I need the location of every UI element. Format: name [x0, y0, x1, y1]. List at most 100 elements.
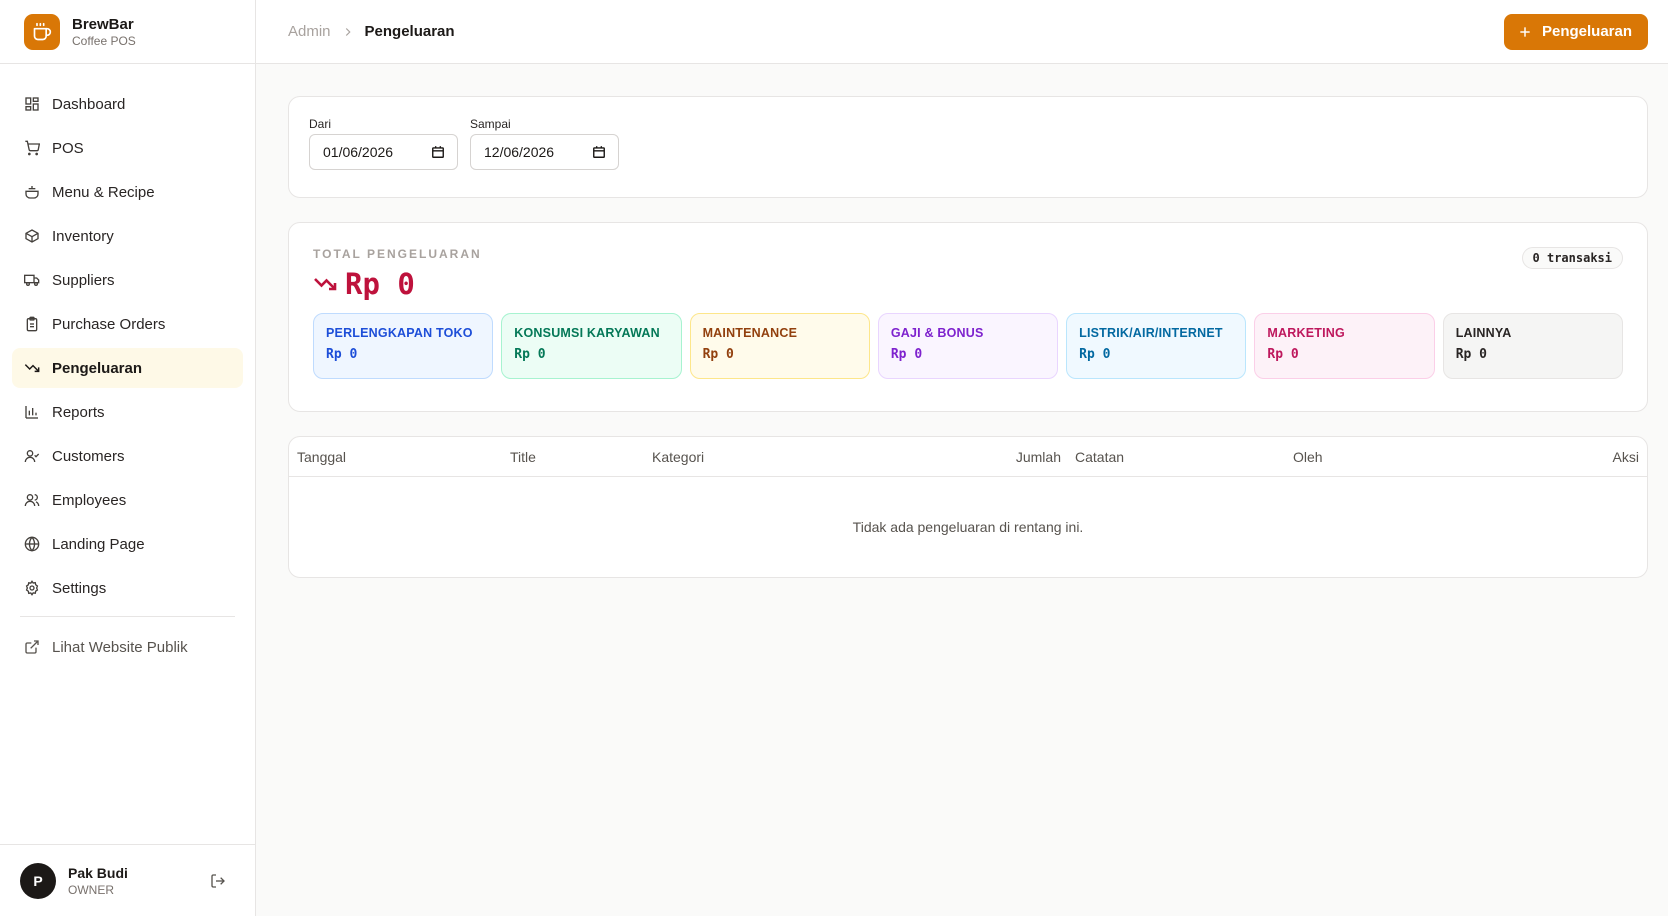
- category-card: LAINNYA Rp 0: [1442, 313, 1623, 379]
- globe-icon: [24, 536, 40, 552]
- coffee-cup-icon: [24, 13, 60, 50]
- plus-icon: [1520, 26, 1530, 37]
- from-date-field: Dari 01/06/2026: [309, 117, 458, 177]
- sidebar-item-label: Settings: [52, 579, 107, 597]
- column-header-kategori: Kategori: [652, 449, 705, 465]
- user-name: Pak Budi: [68, 864, 128, 881]
- column-header-jumlah: Jumlah: [1015, 449, 1061, 465]
- calendar-icon[interactable]: [431, 145, 445, 159]
- calendar-icon[interactable]: [592, 145, 606, 159]
- category-name: KONSUMSI KARYAWAN: [514, 326, 660, 340]
- category-breakdown: PERLENGKAPAN TOKO Rp 0 KONSUMSI KARYAWAN…: [313, 313, 1623, 379]
- expense-summary-card: TOTAL PENGELUARAN Rp 0 0 transaksi PERLE…: [288, 222, 1648, 412]
- category-card: LISTRIK/AIR/INTERNET Rp 0: [1066, 313, 1247, 379]
- brand: BrewBar Coffee POS: [0, 0, 255, 64]
- user-icon: [24, 450, 40, 463]
- chevron-right-icon: [345, 27, 351, 36]
- logout-button[interactable]: [208, 871, 228, 891]
- sidebar-item-label: Suppliers: [52, 271, 115, 289]
- sidebar-item-reports[interactable]: Reports: [12, 392, 243, 432]
- truck-icon: [24, 274, 40, 286]
- users-icon: [24, 494, 40, 507]
- sidebar-item-settings[interactable]: Settings: [12, 568, 243, 608]
- user-role: OWNER: [68, 882, 114, 897]
- column-header-tanggal: Tanggal: [297, 449, 347, 465]
- sidebar-item-employees[interactable]: Employees: [12, 480, 243, 520]
- main-content: Dari 01/06/2026 Sampai 12/06/2026 TOTAL …: [288, 96, 1648, 578]
- category-value: Rp 0: [514, 347, 546, 362]
- sidebar-item-label: Landing Page: [52, 535, 145, 553]
- sidebar-item-label: Customers: [52, 447, 125, 465]
- from-date-input[interactable]: 01/06/2026: [309, 134, 458, 170]
- sidebar-item-landing-page[interactable]: Landing Page: [12, 524, 243, 564]
- sidebar-item-label: Purchase Orders: [52, 315, 166, 333]
- add-expense-button[interactable]: Pengeluaran: [1503, 13, 1648, 50]
- sidebar-item-dashboard[interactable]: Dashboard: [12, 84, 243, 124]
- user-panel: P Pak Budi OWNER: [0, 844, 256, 916]
- to-date-field: Sampai 12/06/2026: [470, 117, 619, 177]
- sidebar-item-suppliers[interactable]: Suppliers: [12, 260, 243, 300]
- category-card: PERLENGKAPAN TOKO Rp 0: [313, 313, 494, 379]
- sidebar-item-pos[interactable]: POS: [12, 128, 243, 168]
- column-header-catatan: Catatan: [1075, 449, 1125, 465]
- sidebar-item-menu-recipe[interactable]: Menu & Recipe: [12, 172, 243, 212]
- trending-down-icon: [24, 364, 40, 373]
- nav-divider: [20, 616, 235, 617]
- sidebar-item-inventory[interactable]: Inventory: [12, 216, 243, 256]
- clipboard-icon: [26, 316, 38, 332]
- sidebar-item-label: POS: [52, 139, 84, 157]
- to-date-input[interactable]: 12/06/2026: [470, 134, 619, 170]
- sidebar-item-label: Inventory: [52, 227, 114, 245]
- column-header-oleh: Oleh: [1293, 449, 1323, 465]
- sidebar-item-label: Pengeluaran: [52, 359, 143, 377]
- sidebar-nav: Dashboard POS Menu & Recipe Inventory Su…: [0, 64, 255, 667]
- total-expense-label: TOTAL PENGELUARAN: [313, 247, 482, 261]
- category-name: GAJI & BONUS: [890, 326, 984, 340]
- category-name: PERLENGKAPAN TOKO: [326, 326, 473, 340]
- category-value: Rp 0: [702, 347, 734, 362]
- logout-icon: [211, 873, 225, 888]
- category-value: Rp 0: [326, 347, 358, 362]
- total-expense-value: Rp 0: [345, 267, 415, 301]
- sidebar-item-purchase-orders[interactable]: Purchase Orders: [12, 304, 243, 344]
- external-link-icon: [25, 640, 39, 654]
- category-card: MAINTENANCE Rp 0: [689, 313, 870, 379]
- column-header-title: Title: [510, 449, 536, 465]
- category-value: Rp 0: [1079, 347, 1111, 362]
- breadcrumb-root[interactable]: Admin: [288, 23, 331, 40]
- category-value: Rp 0: [1267, 347, 1299, 362]
- expense-table: Tanggal Title Kategori Jumlah Catatan Ol…: [288, 436, 1648, 578]
- table-header: Tanggal Title Kategori Jumlah Catatan Ol…: [289, 437, 1647, 477]
- sidebar-item-label: Reports: [52, 403, 105, 421]
- gear-icon: [25, 580, 39, 596]
- category-card: KONSUMSI KARYAWAN Rp 0: [501, 313, 682, 379]
- sidebar: BrewBar Coffee POS Dashboard POS Menu & …: [0, 0, 256, 916]
- column-header-aksi: Aksi: [1612, 449, 1639, 465]
- sidebar-item-pengeluaran[interactable]: Pengeluaran: [12, 348, 243, 388]
- date-filter-card: Dari 01/06/2026 Sampai 12/06/2026: [288, 96, 1648, 198]
- menu-icon: [25, 186, 39, 199]
- brand-subtitle: Coffee POS: [72, 33, 136, 48]
- breadcrumb: Admin Pengeluaran: [288, 23, 455, 40]
- category-card: MARKETING Rp 0: [1254, 313, 1435, 379]
- box-icon: [25, 229, 39, 243]
- trending-down-icon: [314, 278, 337, 291]
- category-name: MAINTENANCE: [702, 326, 798, 340]
- category-name: MARKETING: [1267, 326, 1345, 340]
- cart-icon: [25, 140, 40, 156]
- sidebar-item-customers[interactable]: Customers: [12, 436, 243, 476]
- category-value: Rp 0: [890, 347, 923, 362]
- public-website-link[interactable]: Lihat Website Publik: [12, 627, 243, 667]
- breadcrumb-current: Pengeluaran: [364, 23, 455, 40]
- sidebar-item-label: Menu & Recipe: [52, 183, 155, 201]
- category-card: GAJI & BONUS Rp 0: [877, 313, 1059, 379]
- transaction-count-badge: 0 transaksi: [1521, 247, 1623, 269]
- dashboard-icon: [25, 97, 39, 111]
- bar-chart-icon: [25, 406, 38, 419]
- category-name: LAINNYA: [1455, 326, 1512, 340]
- from-date-value: 01/06/2026: [323, 144, 394, 160]
- topbar: Admin Pengeluaran Pengeluaran: [256, 0, 1668, 64]
- total-expense: Rp 0: [313, 267, 1623, 301]
- brand-name: BrewBar: [72, 15, 134, 33]
- category-name: LISTRIK/AIR/INTERNET: [1079, 326, 1223, 340]
